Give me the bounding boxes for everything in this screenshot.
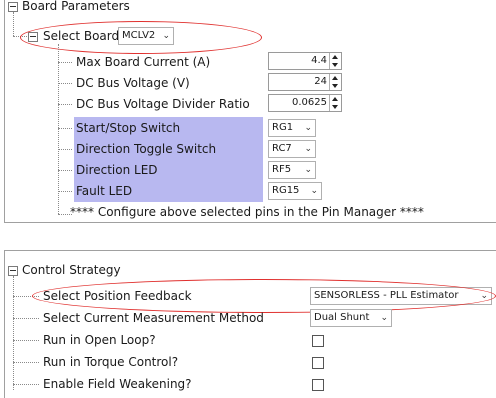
max-board-current-label: Max Board Current (A) (76, 55, 211, 69)
direction-toggle-switch-dropdown[interactable]: RC7 ⌄ (268, 140, 316, 158)
board-parameters-title: Board Parameters (22, 0, 130, 13)
tree-line (58, 170, 72, 171)
select-board-label: Select Board (43, 29, 120, 43)
start-stop-switch-dropdown[interactable]: RG1 ⌄ (268, 119, 316, 137)
chevron-down-icon: ⌄ (304, 123, 312, 133)
open-loop-checkbox[interactable] (312, 335, 324, 347)
max-board-current-spinner[interactable]: 4.4 (268, 52, 342, 70)
board-parameters-panel (4, 0, 5, 222)
current-measurement-label: Select Current Measurement Method (43, 311, 264, 325)
direction-led-dropdown[interactable]: RF5 ⌄ (268, 161, 316, 179)
tree-line (58, 62, 72, 63)
spinner-buttons[interactable] (329, 53, 341, 69)
open-loop-label: Run in Open Loop? (43, 333, 156, 347)
tree-line (13, 296, 39, 297)
max-board-current-value[interactable]: 4.4 (311, 55, 327, 66)
field-weakening-checkbox[interactable] (312, 379, 324, 391)
tree-line (58, 149, 72, 150)
select-board-dropdown[interactable]: MCLV2 ⌄ (118, 27, 174, 45)
select-board-value: MCLV2 (122, 30, 156, 41)
start-stop-switch-label: Start/Stop Switch (76, 121, 181, 135)
chevron-down-icon: ⌄ (380, 313, 388, 323)
current-measurement-dropdown[interactable]: Dual Shunt ⌄ (310, 309, 392, 327)
tree-line (13, 36, 27, 37)
chevron-down-icon: ⌄ (304, 144, 312, 154)
direction-toggle-switch-label: Direction Toggle Switch (76, 142, 217, 156)
control-strategy-collapse-icon[interactable] (8, 266, 18, 276)
tree-line (13, 340, 39, 341)
tree-line (13, 384, 39, 385)
chevron-down-icon: ⌄ (480, 291, 488, 301)
dc-bus-voltage-label: DC Bus Voltage (V) (76, 76, 190, 90)
tree-line (58, 104, 72, 105)
start-stop-switch-value: RG1 (272, 122, 294, 133)
dc-bus-voltage-spinner[interactable]: 24 (268, 73, 342, 91)
spin-up-icon[interactable] (332, 97, 338, 101)
direction-led-label: Direction LED (76, 163, 158, 177)
control-strategy-panel (4, 250, 5, 398)
chevron-down-icon: ⌄ (304, 165, 312, 175)
torque-control-label: Run in Torque Control? (43, 355, 179, 369)
direction-toggle-switch-value: RC7 (272, 143, 292, 154)
fault-led-label: Fault LED (76, 184, 133, 198)
panel-bottom-border (4, 222, 496, 223)
position-feedback-value: SENSORLESS - PLL Estimator (314, 290, 459, 301)
panel-top-border (4, 250, 496, 251)
field-weakening-label: Enable Field Weakening? (43, 377, 192, 391)
board-parameters-collapse-icon[interactable] (8, 2, 18, 12)
spin-up-icon[interactable] (332, 55, 338, 59)
chevron-down-icon: ⌄ (310, 186, 318, 196)
control-strategy-title: Control Strategy (22, 263, 121, 277)
spin-down-icon[interactable] (332, 84, 338, 88)
chevron-down-icon: ⌄ (162, 31, 170, 41)
spin-down-icon[interactable] (332, 105, 338, 109)
divider-ratio-spinner[interactable]: 0.0625 (268, 94, 342, 112)
position-feedback-dropdown[interactable]: SENSORLESS - PLL Estimator ⌄ (310, 287, 492, 305)
direction-led-value: RF5 (272, 164, 292, 175)
tree-line (13, 12, 14, 36)
fault-led-value: RG15 (272, 185, 300, 196)
tree-line (13, 362, 39, 363)
position-feedback-label: Select Position Feedback (43, 289, 192, 303)
tree-line (13, 318, 39, 319)
current-measurement-value: Dual Shunt (314, 312, 370, 323)
spin-up-icon[interactable] (332, 76, 338, 80)
tree-line (13, 276, 14, 390)
fault-led-dropdown[interactable]: RG15 ⌄ (268, 182, 322, 200)
spin-down-icon[interactable] (332, 63, 338, 67)
tree-line (58, 191, 72, 192)
tree-line (58, 83, 72, 84)
torque-control-checkbox[interactable] (312, 357, 324, 369)
spinner-buttons[interactable] (329, 74, 341, 90)
divider-ratio-label: DC Bus Voltage Divider Ratio (76, 97, 250, 111)
dc-bus-voltage-value[interactable]: 24 (314, 76, 327, 87)
tree-line (58, 44, 59, 214)
pin-manager-note: **** Configure above selected pins in th… (70, 205, 424, 219)
spinner-buttons[interactable] (329, 95, 341, 111)
select-board-collapse-icon[interactable] (28, 32, 38, 42)
tree-line (58, 128, 72, 129)
divider-ratio-value[interactable]: 0.0625 (292, 97, 327, 108)
